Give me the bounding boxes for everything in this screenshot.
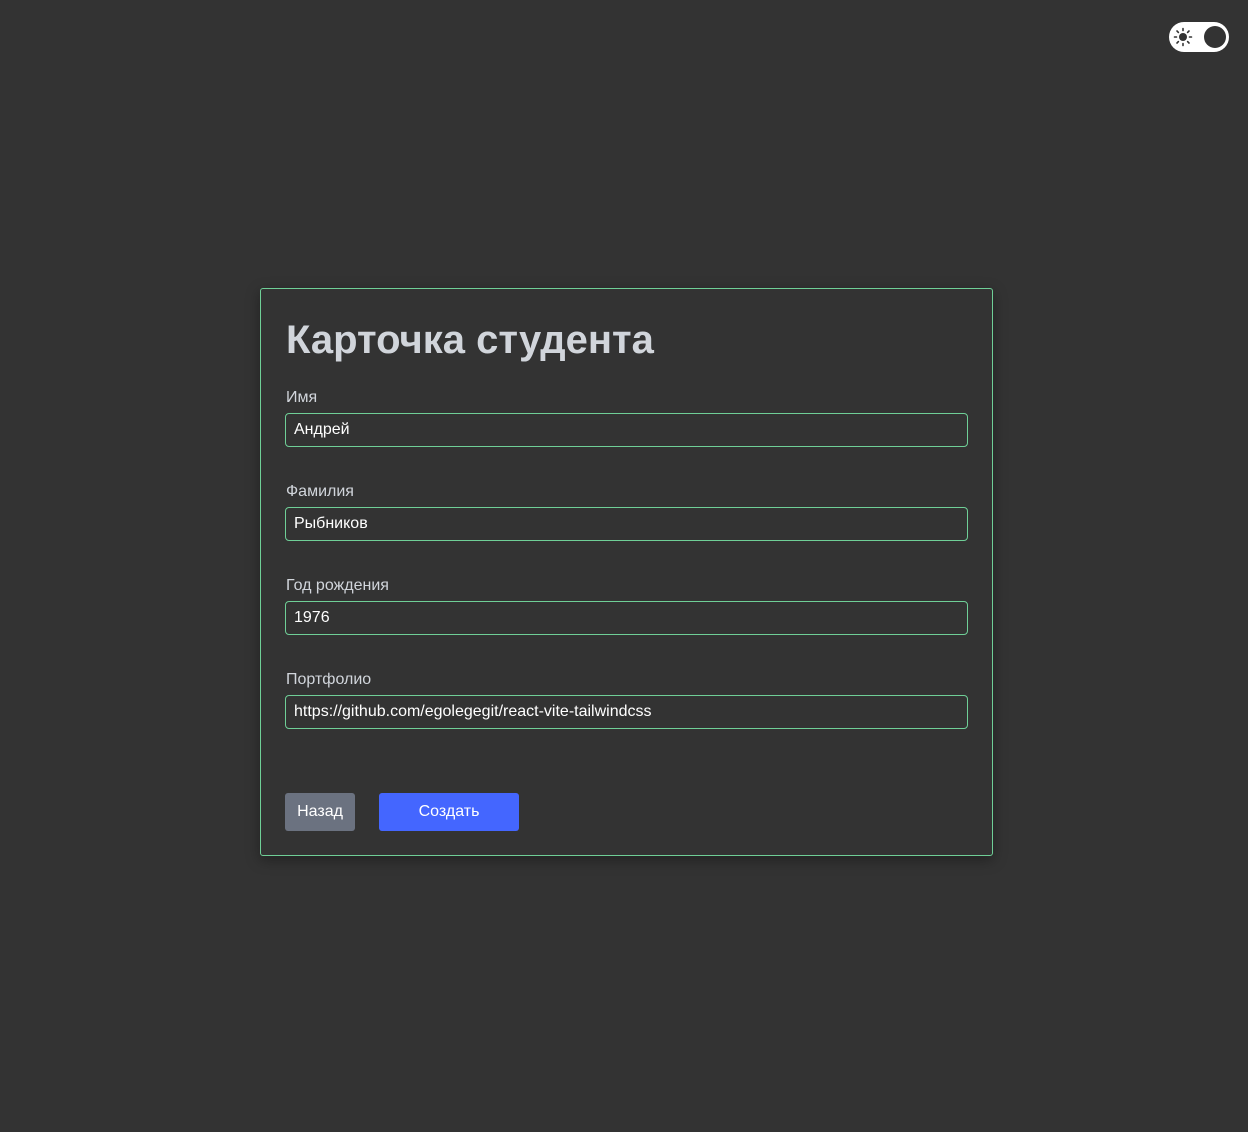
last-name-label: Фамилия	[286, 483, 354, 500]
last-name-field[interactable]	[285, 507, 968, 541]
portfolio-field[interactable]	[285, 695, 968, 729]
toggle-knob	[1204, 26, 1226, 48]
birth-year-label: Год рождения	[286, 577, 389, 594]
page-title: Карточка студента	[286, 318, 654, 362]
create-button[interactable]: Создать	[379, 793, 519, 831]
first-name-field[interactable]	[285, 413, 968, 447]
student-card: Карточка студента Имя Фамилия Год рожден…	[260, 288, 993, 856]
sun-icon	[1173, 27, 1193, 47]
theme-toggle[interactable]	[1169, 22, 1229, 52]
birth-year-field[interactable]	[285, 601, 968, 635]
portfolio-label: Портфолио	[286, 671, 372, 688]
first-name-label: Имя	[286, 389, 318, 406]
back-button[interactable]: Назад	[285, 793, 355, 831]
